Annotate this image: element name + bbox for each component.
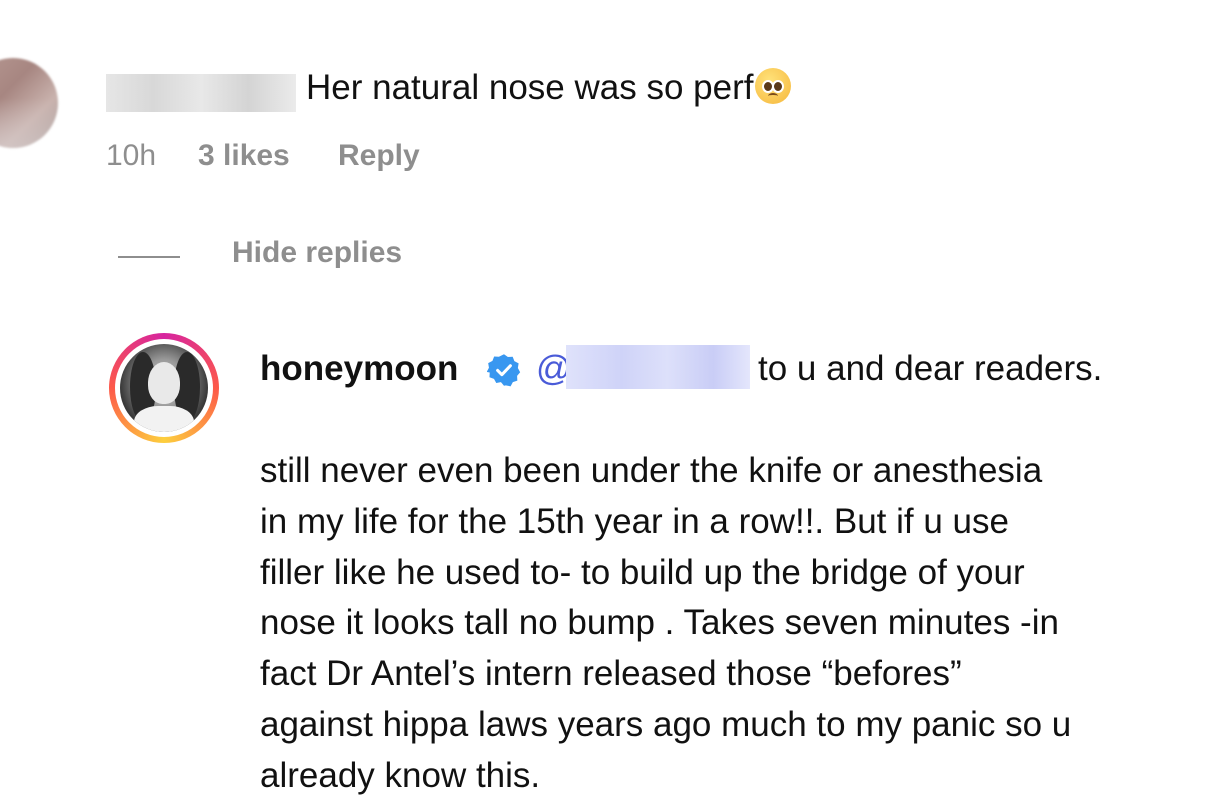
- blurred-mention[interactable]: [566, 345, 750, 389]
- tearful-face-emoji-icon: [755, 68, 792, 104]
- verified-badge-icon: [487, 354, 521, 387]
- comment-text: Her natural nose was so perf: [306, 66, 792, 110]
- profile-photo: [120, 344, 208, 432]
- reply-body-line: already know this.: [260, 755, 541, 795]
- commenter-avatar[interactable]: [0, 58, 58, 148]
- reply-body: still never even been under the knife or…: [260, 446, 1210, 802]
- reply-body-line: still never even been under the knife or…: [260, 451, 1043, 490]
- reply-body-line: against hippa laws years ago much to my …: [260, 704, 1072, 744]
- reply-body-line: filler like he used to- to build up the …: [260, 552, 1025, 592]
- comment-text-content: Her natural nose was so perf: [306, 68, 754, 107]
- hide-replies-button[interactable]: Hide replies: [232, 236, 402, 270]
- reply-body-line: nose it looks tall no bump . Takes seven…: [260, 603, 1059, 643]
- comment-timestamp: 10h: [106, 139, 157, 172]
- reply-button[interactable]: Reply: [338, 139, 420, 173]
- reply-head-text: to u and dear readers.: [758, 349, 1103, 388]
- blurred-username: [106, 74, 296, 112]
- reply-avatar[interactable]: [109, 333, 219, 443]
- reply-username[interactable]: honeymoon: [260, 349, 458, 388]
- reply-body-line: fact Dr Antel’s intern released those “b…: [260, 654, 962, 694]
- thread-divider-line: [118, 256, 180, 258]
- reply-body-line: in my life for the 15th year in a row!!.…: [260, 501, 1009, 541]
- comment-likes[interactable]: 3 likes: [198, 139, 290, 173]
- reply-username-line: honeymoon: [260, 347, 458, 391]
